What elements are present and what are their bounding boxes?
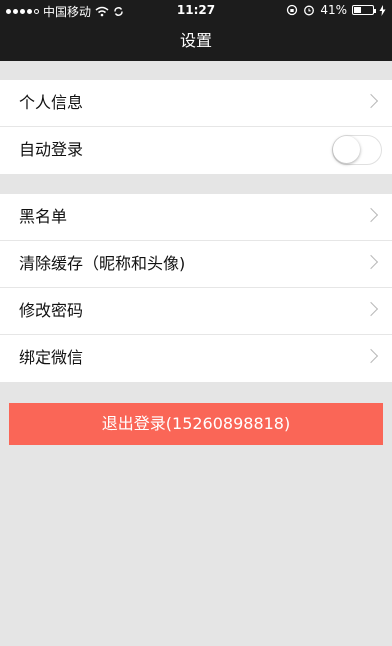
- clear-cache-label: 清除缓存（昵称和头像): [19, 254, 186, 273]
- chevron-right-icon: [363, 348, 379, 364]
- auto-login-label: 自动登录: [19, 140, 84, 159]
- orientation-lock-icon: [287, 4, 298, 16]
- chevron-right-icon: [363, 93, 379, 109]
- bind-wechat-label: 绑定微信: [19, 348, 84, 367]
- status-bar: 中国移动 11:27 41%: [0, 0, 392, 20]
- battery-fill: [354, 7, 361, 13]
- charging-icon: [379, 4, 386, 16]
- bind-wechat-row[interactable]: 绑定微信: [0, 335, 392, 382]
- battery-icon: [352, 5, 376, 15]
- chevron-right-icon: [363, 254, 379, 270]
- alarm-icon: [304, 5, 315, 16]
- clear-cache-row[interactable]: 清除缓存（昵称和头像): [0, 241, 392, 288]
- profile-label: 个人信息: [19, 93, 84, 112]
- settings-group-general: 黑名单 清除缓存（昵称和头像) 修改密码 绑定微信: [0, 194, 392, 382]
- settings-group-account: 个人信息 自动登录: [0, 80, 392, 174]
- page-title: 设置: [179, 31, 212, 50]
- blacklist-row[interactable]: 黑名单: [0, 194, 392, 241]
- logout-button[interactable]: 退出登录(15260898818): [9, 403, 383, 445]
- battery-percent: 41%: [320, 3, 347, 17]
- profile-row[interactable]: 个人信息: [0, 80, 392, 127]
- auto-login-row: 自动登录: [0, 127, 392, 174]
- nav-bar: 设置: [0, 20, 392, 61]
- change-password-label: 修改密码: [19, 301, 84, 320]
- status-right: 41%: [286, 3, 386, 17]
- logout-label: 退出登录(15260898818): [101, 414, 291, 433]
- blacklist-label: 黑名单: [19, 207, 68, 226]
- toggle-knob: [333, 136, 360, 163]
- auto-login-toggle[interactable]: [332, 135, 382, 165]
- chevron-right-icon: [363, 207, 379, 223]
- chevron-right-icon: [363, 301, 379, 317]
- change-password-row[interactable]: 修改密码: [0, 288, 392, 335]
